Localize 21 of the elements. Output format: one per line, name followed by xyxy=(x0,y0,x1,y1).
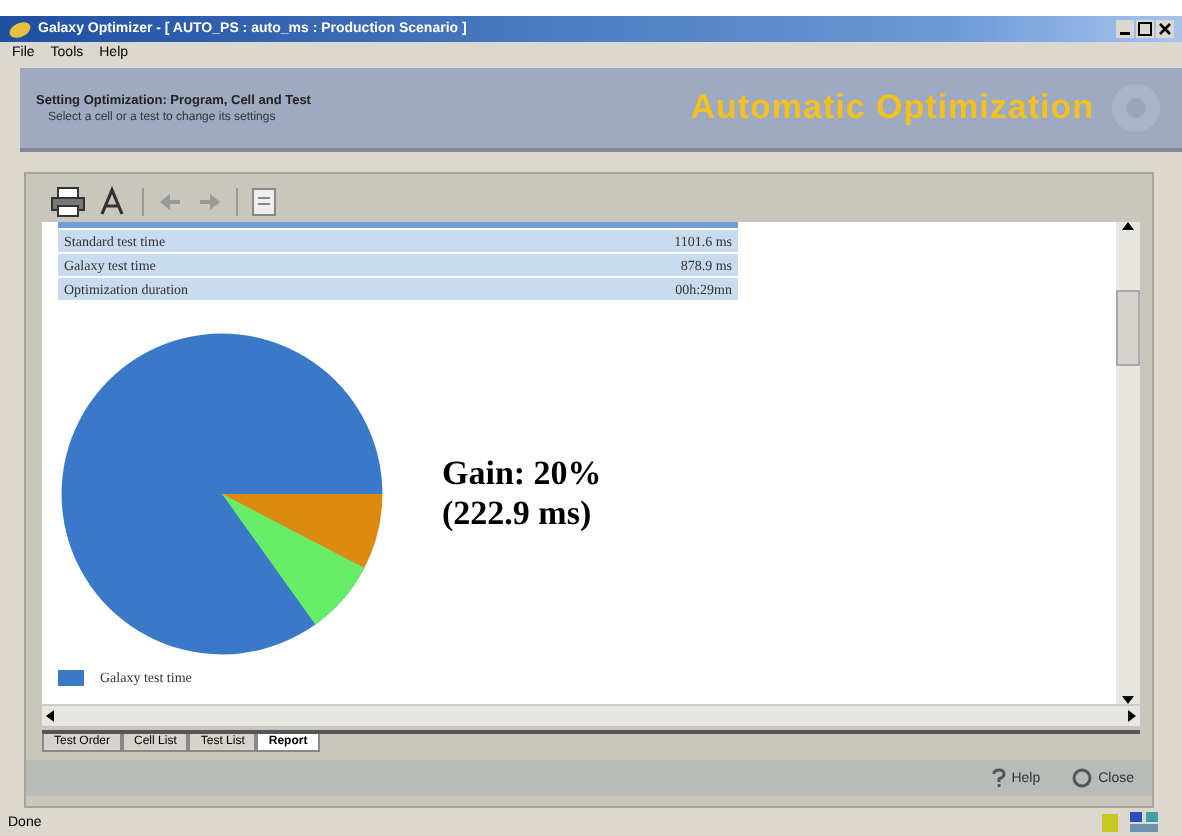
close-icon xyxy=(1158,22,1172,36)
printer-icon[interactable] xyxy=(50,186,86,218)
vertical-scrollbar[interactable] xyxy=(1116,222,1140,704)
circle-icon xyxy=(1072,768,1093,788)
arrow-left-icon[interactable] xyxy=(46,710,54,722)
help-icon xyxy=(991,768,1006,788)
scrollbar-thumb[interactable] xyxy=(1116,290,1140,366)
page-icon[interactable] xyxy=(250,186,278,218)
network-icon xyxy=(1102,810,1162,834)
gain-text: Gain: 20% xyxy=(442,454,602,494)
gain-text: (222.9 ms) xyxy=(442,494,594,534)
arrow-up-icon[interactable] xyxy=(1122,222,1134,230)
horizontal-scrollbar[interactable] xyxy=(42,704,1140,726)
maximize-button[interactable] xyxy=(1136,20,1154,38)
maximize-icon xyxy=(1138,22,1152,36)
banner-title: Automatic Optimization xyxy=(690,88,1094,128)
app-icon xyxy=(8,19,32,39)
arrow-right-icon[interactable] xyxy=(1128,710,1136,722)
minimize-button[interactable] xyxy=(1116,20,1134,38)
close-button[interactable] xyxy=(1156,20,1174,38)
arrow-down-icon[interactable] xyxy=(1122,696,1134,704)
